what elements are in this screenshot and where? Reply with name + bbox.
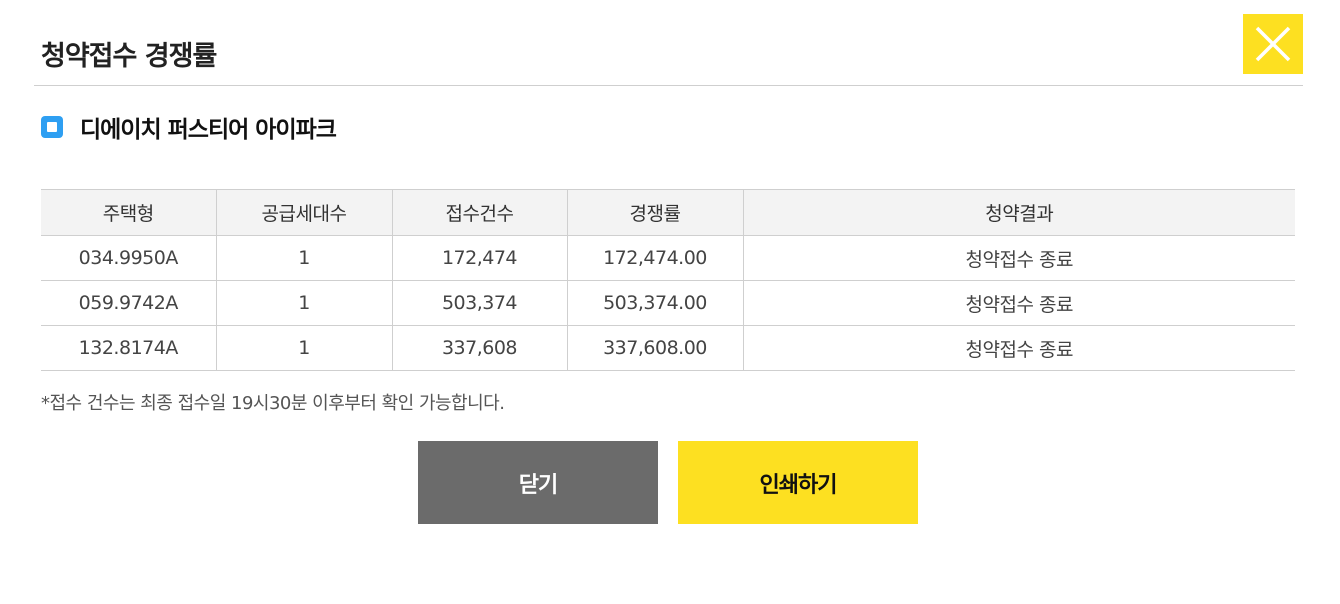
cell-supply-units: 1 — [216, 325, 393, 371]
header-supply-units: 공급세대수 — [216, 189, 393, 236]
close-x-icon — [1255, 26, 1291, 62]
dialog-header: 청약접수 경쟁률 — [34, 0, 1303, 86]
close-icon-button[interactable] — [1243, 14, 1303, 74]
close-button[interactable]: 닫기 — [418, 441, 658, 524]
header-result: 청약결과 — [743, 189, 1295, 236]
square-bullet-icon — [41, 116, 63, 138]
print-button[interactable]: 인쇄하기 — [678, 441, 918, 524]
cell-applications: 337,608 — [392, 325, 568, 371]
header-housing-type: 주택형 — [41, 189, 217, 236]
cell-applications: 503,374 — [392, 280, 568, 326]
cell-housing-type: 059.9742A — [41, 280, 217, 326]
cell-competition-rate: 337,608.00 — [567, 325, 744, 371]
header-competition-rate: 경쟁률 — [567, 189, 744, 236]
cell-housing-type: 034.9950A — [41, 235, 217, 281]
table-row: 132.8174A 1 337,608 337,608.00 청약접수 종료 — [41, 325, 1295, 371]
cell-result: 청약접수 종료 — [743, 235, 1295, 281]
table-row: 034.9950A 1 172,474 172,474.00 청약접수 종료 — [41, 235, 1295, 281]
cell-supply-units: 1 — [216, 235, 393, 281]
cell-result: 청약접수 종료 — [743, 325, 1295, 371]
complex-heading: 디에이치 퍼스티어 아이파크 — [41, 112, 337, 143]
table-row: 059.9742A 1 503,374 503,374.00 청약접수 종료 — [41, 280, 1295, 326]
table-header-row: 주택형 공급세대수 접수건수 경쟁률 청약결과 — [41, 189, 1295, 236]
cell-result: 청약접수 종료 — [743, 280, 1295, 326]
dialog-title: 청약접수 경쟁률 — [41, 41, 217, 72]
cell-competition-rate: 503,374.00 — [567, 280, 744, 326]
footnote: *접수 건수는 최종 접수일 19시30분 이후부터 확인 가능합니다. — [41, 393, 505, 414]
cell-applications: 172,474 — [392, 235, 568, 281]
competition-rate-table: 주택형 공급세대수 접수건수 경쟁률 청약결과 034.9950A 1 172,… — [41, 189, 1295, 371]
complex-name: 디에이치 퍼스티어 아이파크 — [80, 117, 337, 143]
header-applications: 접수건수 — [392, 189, 568, 236]
cell-housing-type: 132.8174A — [41, 325, 217, 371]
cell-competition-rate: 172,474.00 — [567, 235, 744, 281]
cell-supply-units: 1 — [216, 280, 393, 326]
